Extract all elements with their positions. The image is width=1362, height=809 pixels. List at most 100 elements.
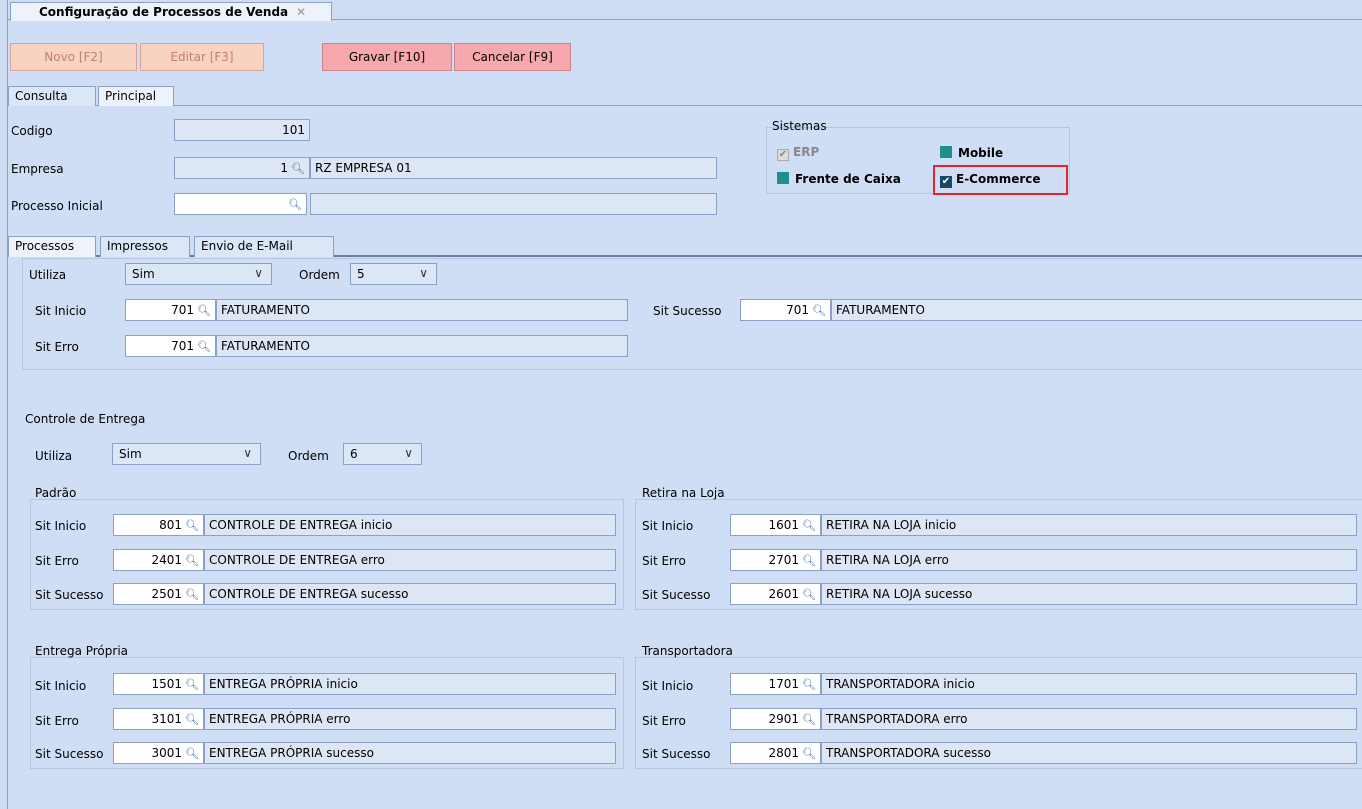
checkbox-checked-icon[interactable]: ✔	[940, 176, 952, 188]
propria-sit-inicio-desc: ENTREGA PRÓPRIA inicio	[204, 673, 616, 695]
main-window: Configuração de Processos de Venda ✕ Novo…	[7, 0, 1362, 809]
erp-label: ERP	[793, 145, 820, 159]
sit-sucesso-code-value: 701	[786, 303, 810, 317]
padrao-sit-erro-code-value: 2401	[151, 553, 183, 567]
transportadora-sit-erro-code[interactable]: 2901 🔍︎	[730, 708, 821, 730]
primary-tabs: Consulta Principal	[8, 84, 1362, 106]
padrao-sit-inicio-code-value: 801	[159, 518, 183, 532]
retira-sit-inicio-code[interactable]: 1601 🔍︎	[730, 514, 821, 536]
search-icon[interactable]: 🔍︎	[802, 713, 816, 726]
propria-title: Entrega Própria	[35, 644, 129, 658]
search-icon[interactable]: 🔍︎	[197, 340, 211, 353]
padrao-sit-sucesso-code-value: 2501	[151, 587, 183, 601]
retira-sit-erro-code[interactable]: 2701 🔍︎	[730, 549, 821, 571]
search-icon[interactable]: 🔍︎	[812, 304, 826, 317]
utiliza-label: Utiliza	[29, 268, 67, 282]
erp-option[interactable]: ✔ ERP	[777, 145, 819, 161]
sit-erro-desc: FATURAMENTO	[216, 335, 628, 357]
retira-title: Retira na Loja	[642, 486, 725, 500]
codigo-label: Codigo	[11, 124, 53, 138]
ordem-label: Ordem	[299, 268, 340, 282]
sit-erro-code[interactable]: 701 🔍︎	[125, 335, 216, 357]
sit-inicio-code-value: 701	[171, 303, 195, 317]
propria-sit-sucesso-code-value: 3001	[151, 746, 183, 760]
tab-principal[interactable]: Principal	[98, 86, 174, 106]
retira-sit-sucesso-label: Sit Sucesso	[642, 588, 711, 602]
padrao-title: Padrão	[35, 486, 77, 500]
processo-inicial-desc	[310, 193, 717, 215]
cancel-button[interactable]: Cancelar [F9]	[454, 43, 571, 71]
retira-sit-sucesso-desc: RETIRA NA LOJA sucesso	[821, 583, 1357, 605]
document-tab[interactable]: Configuração de Processos de Venda ✕	[10, 2, 332, 21]
sit-inicio-code[interactable]: 701 🔍︎	[125, 299, 216, 321]
tab-processos[interactable]: Processos	[8, 236, 96, 257]
controle-utiliza-value: Sim	[119, 447, 142, 461]
transportadora-sit-sucesso-code[interactable]: 2801 🔍︎	[730, 742, 821, 764]
ecommerce-option[interactable]: ✔ E-Commerce	[940, 172, 1041, 188]
tab-envio-email[interactable]: Envio de E-Mail	[194, 236, 334, 257]
propria-sit-sucesso-desc: ENTREGA PRÓPRIA sucesso	[204, 742, 616, 764]
retira-sit-sucesso-code-value: 2601	[768, 587, 800, 601]
empresa-code: 1	[280, 161, 289, 175]
search-icon[interactable]: 🔍︎	[802, 747, 816, 760]
search-icon[interactable]: 🔍︎	[185, 554, 199, 567]
retira-sit-inicio-code-value: 1601	[768, 518, 800, 532]
sistemas-title: Sistemas	[772, 119, 827, 133]
controle-utiliza-select[interactable]: Sim ∨	[112, 443, 261, 465]
search-icon[interactable]: 🔍︎	[185, 519, 199, 532]
padrao-sit-inicio-code[interactable]: 801 🔍︎	[113, 514, 204, 536]
document-tab-bar: Configuração de Processos de Venda ✕	[8, 0, 1362, 21]
search-icon[interactable]: 🔍︎	[197, 304, 211, 317]
save-button[interactable]: Gravar [F10]	[322, 43, 452, 71]
edit-button[interactable]: Editar [F3]	[140, 43, 264, 71]
sub-tabs: Processos Impressos Envio de E-Mail	[8, 232, 1362, 257]
transportadora-sit-erro-desc: TRANSPORTADORA erro	[821, 708, 1357, 730]
transportadora-sit-inicio-label: Sit Inicio	[642, 679, 694, 693]
search-icon[interactable]: 🔍︎	[288, 198, 302, 211]
search-icon[interactable]: 🔍︎	[802, 678, 816, 691]
search-icon[interactable]: 🔍︎	[185, 713, 199, 726]
propria-sit-erro-code[interactable]: 3101 🔍︎	[113, 708, 204, 730]
tab-consulta[interactable]: Consulta	[8, 86, 96, 106]
propria-sit-inicio-label: Sit Inicio	[35, 679, 87, 693]
square-icon	[940, 146, 952, 158]
new-button[interactable]: Novo [F2]	[10, 43, 137, 71]
close-icon[interactable]: ✕	[296, 5, 306, 19]
padrao-sit-inicio-label: Sit Inicio	[35, 519, 87, 533]
search-icon[interactable]: 🔍︎	[802, 519, 816, 532]
search-icon[interactable]: 🔍︎	[185, 747, 199, 760]
padrao-sit-erro-code[interactable]: 2401 🔍︎	[113, 549, 204, 571]
square-icon	[777, 172, 789, 184]
padrao-sit-erro-label: Sit Erro	[35, 554, 79, 568]
retira-sit-sucesso-code[interactable]: 2601 🔍︎	[730, 583, 821, 605]
search-icon[interactable]: 🔍︎	[802, 554, 816, 567]
mobile-label: Mobile	[958, 146, 1004, 160]
controle-ordem-select[interactable]: 6 ∨	[343, 443, 422, 465]
propria-sit-inicio-code[interactable]: 1501 🔍︎	[113, 673, 204, 695]
transportadora-sit-inicio-code[interactable]: 1701 🔍︎	[730, 673, 821, 695]
padrao-sit-sucesso-desc: CONTROLE DE ENTREGA sucesso	[204, 583, 616, 605]
propria-sit-sucesso-code[interactable]: 3001 🔍︎	[113, 742, 204, 764]
transportadora-sit-erro-label: Sit Erro	[642, 714, 686, 728]
search-icon[interactable]: 🔍︎	[802, 588, 816, 601]
padrao-sit-sucesso-code[interactable]: 2501 🔍︎	[113, 583, 204, 605]
sit-sucesso-code[interactable]: 701 🔍︎	[740, 299, 831, 321]
transportadora-sit-sucesso-code-value: 2801	[768, 746, 800, 760]
processo-inicial-label: Processo Inicial	[11, 199, 103, 213]
search-icon[interactable]: 🔍︎	[291, 162, 305, 175]
frente-caixa-label: Frente de Caixa	[795, 172, 901, 186]
search-icon[interactable]: 🔍︎	[185, 588, 199, 601]
ordem-select[interactable]: 5 ∨	[350, 263, 437, 285]
checkbox-checked-icon[interactable]: ✔	[777, 149, 789, 161]
tab-impressos[interactable]: Impressos	[100, 236, 190, 257]
propria-sit-erro-desc: ENTREGA PRÓPRIA erro	[204, 708, 616, 730]
sit-sucesso-label: Sit Sucesso	[653, 304, 722, 318]
utiliza-select[interactable]: Sim ∨	[125, 263, 272, 285]
codigo-field[interactable]: 101	[174, 119, 310, 141]
search-icon[interactable]: 🔍︎	[185, 678, 199, 691]
empresa-code-field[interactable]: 1 🔍︎	[174, 157, 310, 179]
propria-sit-inicio-code-value: 1501	[151, 677, 183, 691]
sit-inicio-desc: FATURAMENTO	[216, 299, 628, 321]
processo-inicial-field[interactable]: 🔍︎	[174, 193, 307, 215]
utiliza-value: Sim	[132, 267, 155, 281]
